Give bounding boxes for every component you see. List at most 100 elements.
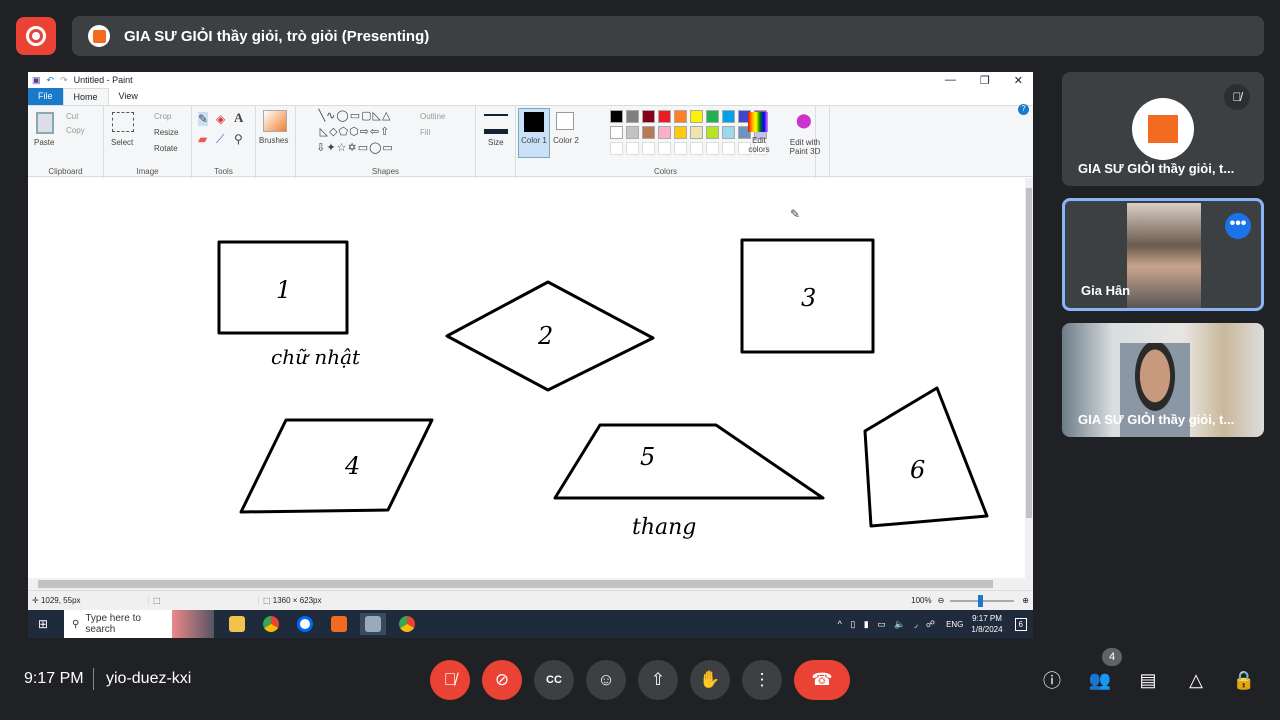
- palette-swatch[interactable]: [706, 126, 719, 139]
- participant-tile-teacher[interactable]: GIA SƯ GIỎI thầy giỏi, t...: [1062, 323, 1264, 437]
- file-explorer-icon[interactable]: [224, 613, 250, 635]
- notifications-icon[interactable]: 6: [1014, 617, 1027, 631]
- edit-colors-button[interactable]: Edit colors: [742, 136, 776, 154]
- palette-swatch[interactable]: [690, 126, 703, 139]
- palette-swatch[interactable]: [642, 110, 655, 123]
- rotate-button[interactable]: Rotate: [154, 144, 178, 153]
- size-button[interactable]: Size: [488, 138, 504, 147]
- mic-off-button[interactable]: 🎙̸: [430, 660, 470, 700]
- help-icon[interactable]: ?: [1018, 104, 1029, 115]
- activities-icon[interactable]: △: [1183, 667, 1209, 693]
- zoom-slider[interactable]: [950, 594, 1015, 607]
- palette-swatch[interactable]: [722, 110, 735, 123]
- fill-button[interactable]: Fill: [420, 128, 430, 137]
- windows-start-icon[interactable]: ⊞: [28, 617, 58, 631]
- participant-name: Gia Hân: [1081, 283, 1131, 298]
- chrome-icon[interactable]: [258, 613, 284, 635]
- raise-hand-button[interactable]: ✋: [690, 660, 730, 700]
- undo-icon[interactable]: ↶: [47, 75, 55, 86]
- zoom-out-button[interactable]: ⊖: [938, 596, 945, 605]
- minimize-button[interactable]: —: [945, 74, 956, 87]
- camera-off-button[interactable]: ⊘: [482, 660, 522, 700]
- horizontal-scrollbar[interactable]: [28, 578, 1033, 590]
- size-icon: [484, 114, 508, 134]
- tab-view[interactable]: View: [109, 88, 148, 105]
- palette-swatch[interactable]: [626, 110, 639, 123]
- paste-button[interactable]: Paste: [34, 138, 54, 147]
- select-button[interactable]: Select: [111, 138, 133, 147]
- emoji-button[interactable]: ☺: [586, 660, 626, 700]
- tab-file[interactable]: File: [28, 88, 63, 105]
- palette-swatch[interactable]: [690, 110, 703, 123]
- recording-indicator[interactable]: [16, 17, 56, 55]
- palette-swatch[interactable]: [674, 126, 687, 139]
- drawing-canvas[interactable]: 1 2 3 4 5 6 chữ nhật thang ✎: [28, 178, 1025, 578]
- color2-button[interactable]: Color 2: [552, 136, 580, 145]
- magnifier-icon[interactable]: ⚲: [234, 132, 243, 146]
- windows-taskbar: ⊞ ⚲ Type here to search ^ ▯ ▮ ▭ 🔈 ◞ ☍ ENG…: [28, 610, 1033, 638]
- palette-swatch[interactable]: [610, 110, 623, 123]
- edit-paint3d-button[interactable]: Edit with Paint 3D: [782, 138, 828, 156]
- people-icon[interactable]: 👥: [1087, 667, 1113, 693]
- resize-button[interactable]: Resize: [154, 128, 178, 137]
- custom-color-slot[interactable]: [610, 142, 623, 155]
- taskbar-clock[interactable]: 9:17 PM 1/8/2024: [971, 613, 1002, 635]
- zalo-icon[interactable]: [292, 613, 318, 635]
- participants-count-badge: 4: [1102, 648, 1122, 666]
- custom-color-slot[interactable]: [626, 142, 639, 155]
- redo-icon[interactable]: ↷: [60, 75, 68, 86]
- color2-swatch[interactable]: [556, 112, 574, 130]
- custom-color-slot[interactable]: [706, 142, 719, 155]
- tools-group: ✎ ◈ A ▰ ⟋ ⚲ Tools: [192, 106, 256, 178]
- palette-swatch[interactable]: [626, 126, 639, 139]
- participant-tile-gia-han[interactable]: ••• Gia Hân: [1062, 198, 1264, 311]
- app-orange-icon[interactable]: [326, 613, 352, 635]
- brushes-button[interactable]: Brushes: [259, 136, 288, 145]
- more-options-button[interactable]: ⋮: [742, 660, 782, 700]
- palette-swatch[interactable]: [706, 110, 719, 123]
- custom-color-slot[interactable]: [722, 142, 735, 155]
- colors-group: Color 1 Color 2 Edit colors Colors: [516, 106, 816, 178]
- close-button[interactable]: ✕: [1014, 74, 1023, 87]
- text-icon[interactable]: A: [234, 110, 243, 126]
- more-options-button[interactable]: •••: [1225, 213, 1251, 239]
- palette-swatch[interactable]: [610, 126, 623, 139]
- palette-swatch[interactable]: [722, 126, 735, 139]
- cut-button[interactable]: Cut: [66, 112, 78, 121]
- taskbar-search[interactable]: ⚲ Type here to search: [64, 610, 214, 638]
- custom-color-slot[interactable]: [658, 142, 671, 155]
- tab-home[interactable]: Home: [62, 88, 109, 105]
- system-tray-icons[interactable]: ^ ▯ ▮ ▭ 🔈 ◞ ☍: [838, 619, 938, 630]
- custom-color-slot[interactable]: [642, 142, 655, 155]
- color-picker-icon[interactable]: ⟋: [216, 132, 224, 147]
- leave-call-button[interactable]: ☎: [794, 660, 850, 700]
- maximize-button[interactable]: ❐: [980, 74, 990, 87]
- captions-button[interactable]: CC: [534, 660, 574, 700]
- palette-swatch[interactable]: [658, 110, 671, 123]
- mic-off-icon: 🎙̸: [1224, 84, 1250, 110]
- participant-tile-host[interactable]: 🎙̸ GIA SƯ GIỎI thầy giỏi, t...: [1062, 72, 1264, 186]
- custom-color-slot[interactable]: [674, 142, 687, 155]
- palette-swatch[interactable]: [674, 110, 687, 123]
- copy-button[interactable]: Copy: [66, 126, 85, 135]
- zoom-in-button[interactable]: ⊕: [1022, 596, 1029, 605]
- chat-icon[interactable]: ▤: [1135, 667, 1161, 693]
- fill-icon[interactable]: ◈: [216, 112, 225, 126]
- palette-swatch[interactable]: [658, 126, 671, 139]
- outline-button[interactable]: Outline: [420, 112, 445, 121]
- save-icon[interactable]: ▣: [32, 75, 41, 86]
- chrome-profile-icon[interactable]: [394, 613, 420, 635]
- vertical-scrollbar[interactable]: [1025, 178, 1033, 578]
- present-button[interactable]: ⇧: [638, 660, 678, 700]
- crop-button[interactable]: Crop: [154, 112, 171, 121]
- pencil-icon[interactable]: ✎: [198, 112, 209, 126]
- host-controls-icon[interactable]: 🔒: [1231, 667, 1257, 693]
- paint-taskbar-icon[interactable]: [360, 613, 386, 635]
- image-group: Select Crop Resize Rotate Image: [104, 106, 192, 178]
- custom-color-slot[interactable]: [690, 142, 703, 155]
- language-indicator[interactable]: ENG: [946, 620, 963, 629]
- palette-swatch[interactable]: [642, 126, 655, 139]
- meeting-info-icon[interactable]: ⓘ: [1039, 667, 1065, 693]
- eraser-icon[interactable]: ▰: [198, 132, 207, 146]
- shapes-gallery[interactable]: ╲∿◯▭▢◺△ ◺◇⬠⬡⇨⇦⇧ ⇩✦☆✡▭◯▭: [300, 108, 410, 156]
